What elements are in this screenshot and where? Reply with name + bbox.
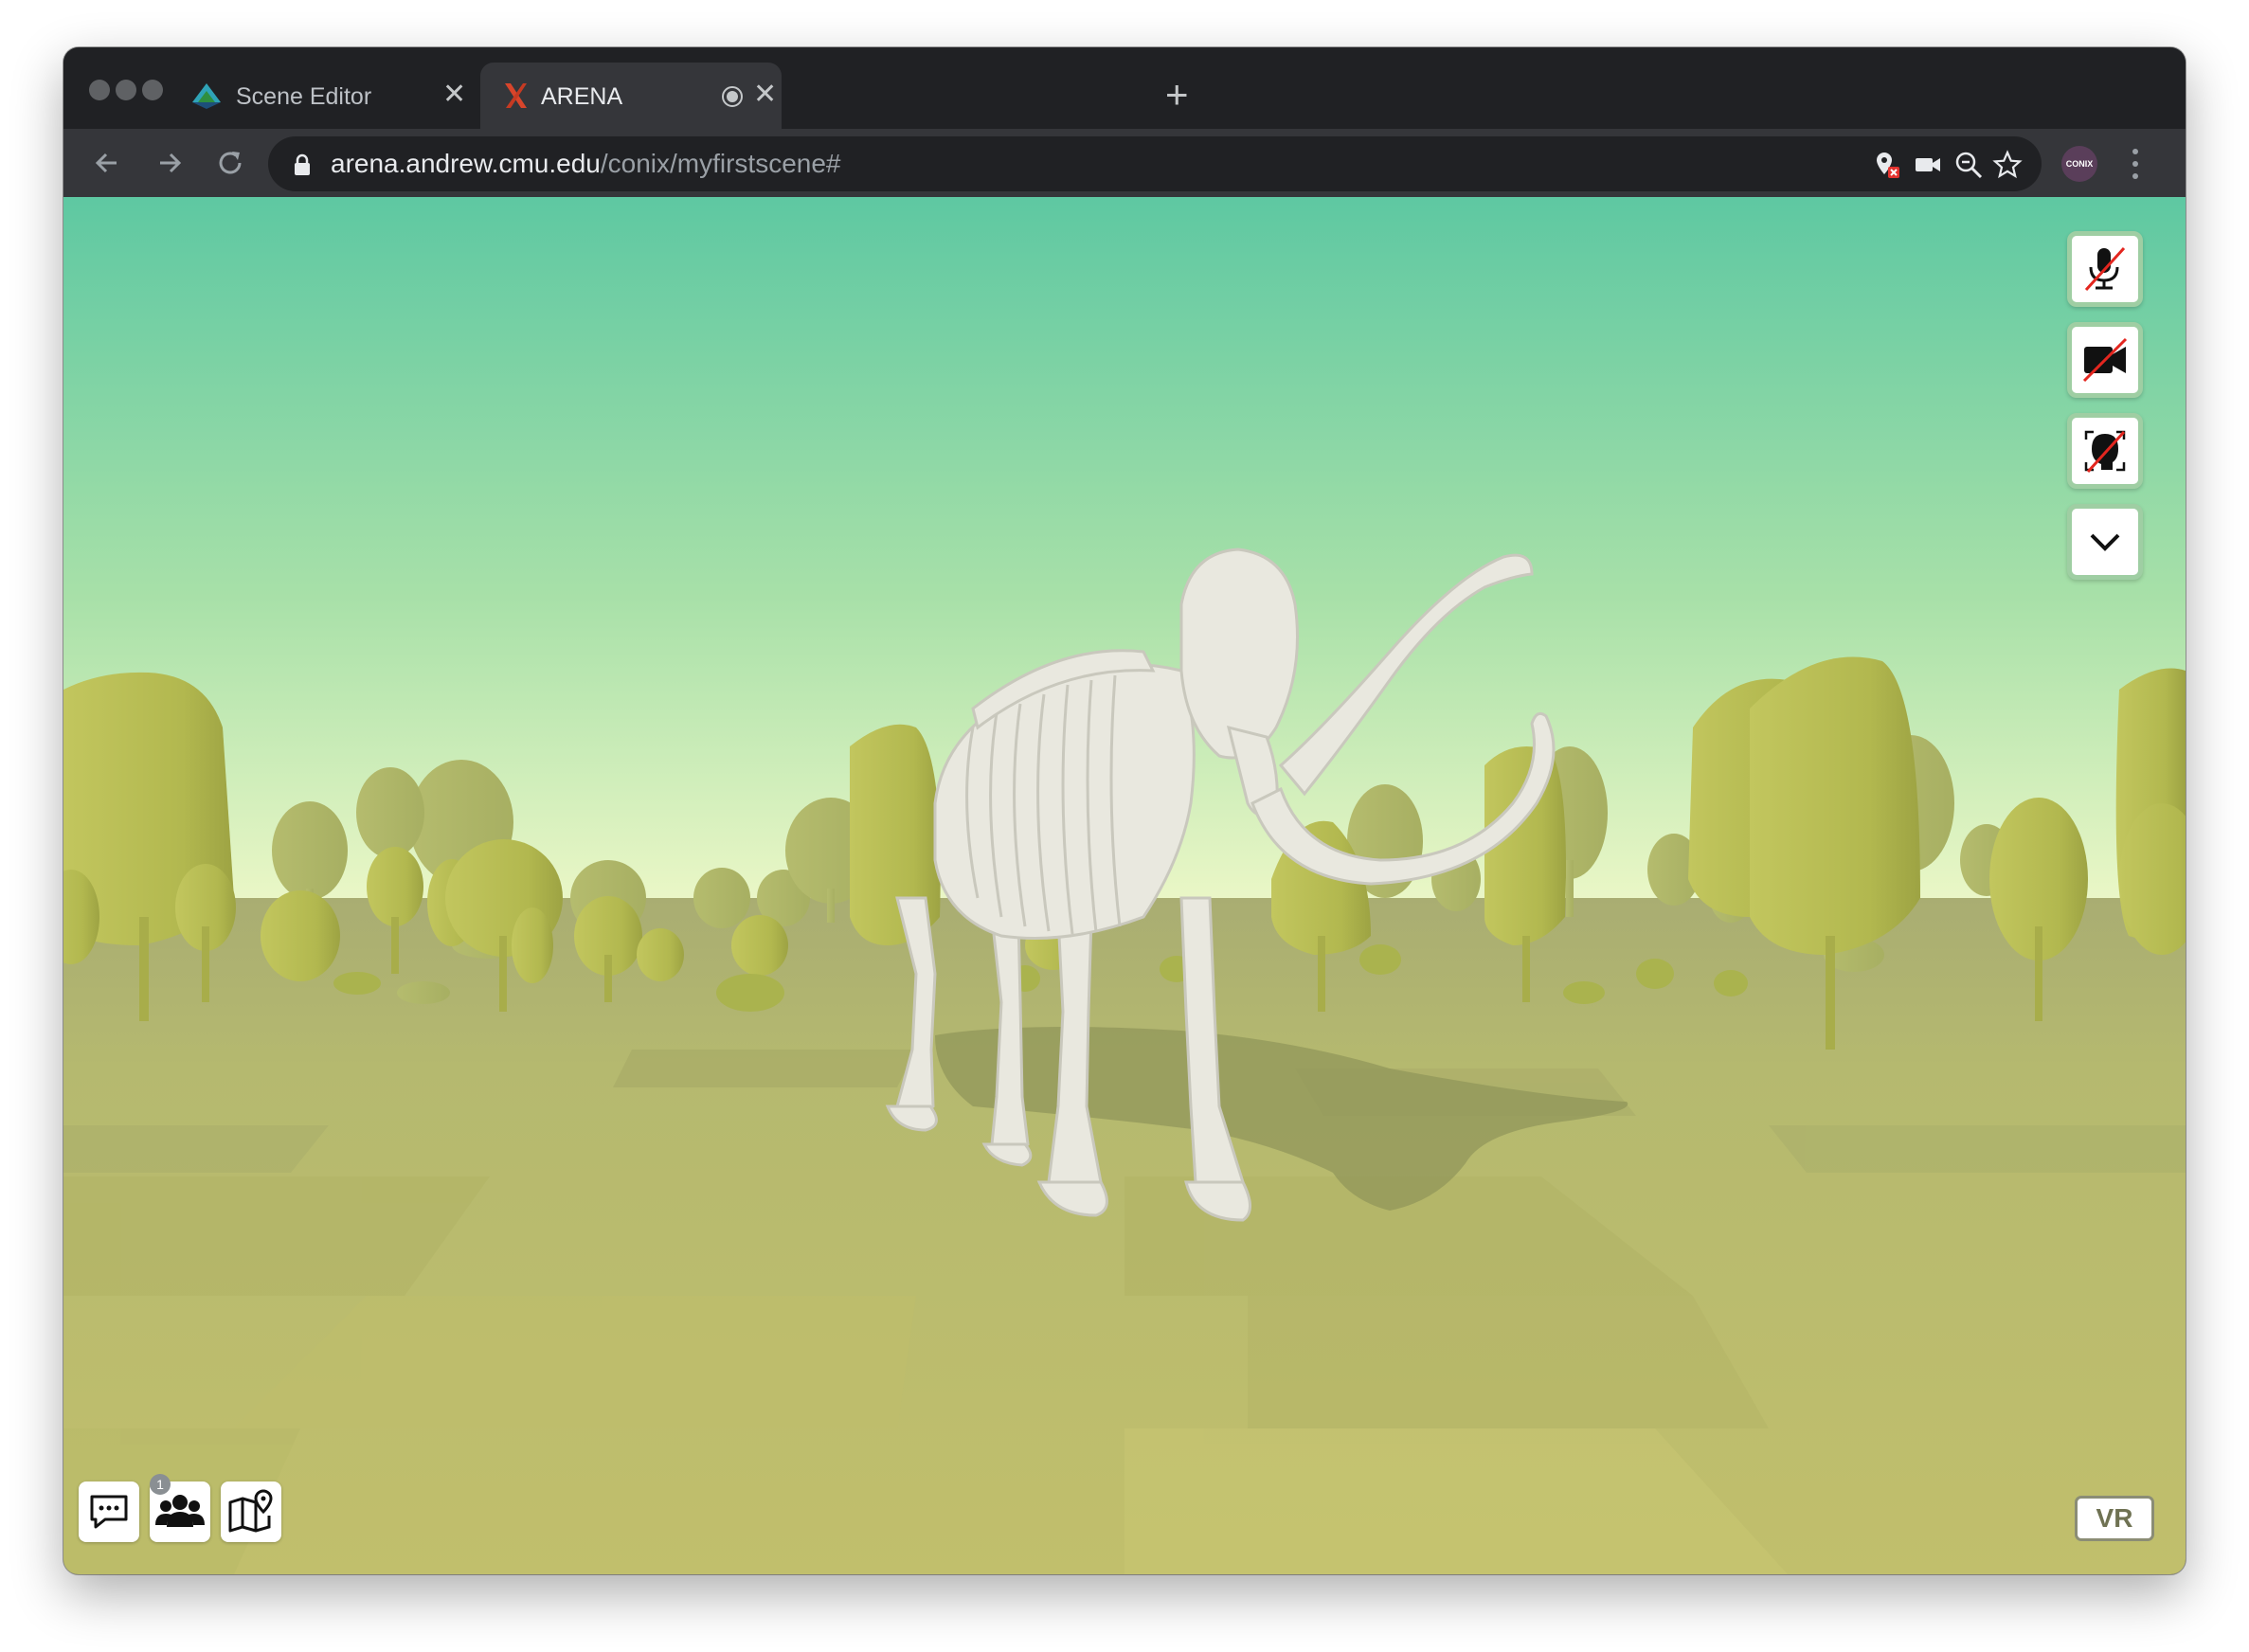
profile-avatar[interactable]: CONIX [2061, 146, 2097, 182]
tab-arena[interactable]: ARENA ✕ [480, 63, 782, 129]
controls-collapse-button[interactable] [2067, 504, 2143, 580]
url-path: /conix/myfirstscene# [600, 149, 841, 178]
map-button[interactable] [221, 1481, 281, 1542]
camera-icon[interactable] [1913, 150, 1943, 180]
video-off-icon [2082, 337, 2128, 383]
map-icon [228, 1489, 273, 1533]
mic-muted-icon [2084, 246, 2126, 292]
back-arrow-icon[interactable] [88, 144, 126, 182]
scene-editor-favicon [192, 83, 221, 109]
url-text: arena.andrew.cmu.edu/conix/myfirstscene# [331, 149, 841, 179]
forward-arrow-icon[interactable] [151, 144, 189, 182]
location-blocked-icon[interactable] [1871, 150, 1901, 180]
profile-label: CONIX [2065, 159, 2094, 169]
arena-scene[interactable] [63, 197, 2186, 1574]
maximize-window-button[interactable] [142, 80, 163, 100]
tab-title: Scene Editor [236, 83, 372, 110]
users-icon [155, 1495, 205, 1527]
tab-title: ARENA [541, 83, 623, 110]
tab-scene-editor[interactable]: Scene Editor ✕ [168, 63, 480, 129]
avatar-off-icon [2084, 430, 2126, 474]
chat-icon [90, 1495, 128, 1529]
reload-icon[interactable] [211, 144, 249, 182]
zoom-icon[interactable] [1953, 150, 1984, 180]
close-tab-icon[interactable]: ✕ [753, 78, 777, 112]
vr-button[interactable]: VR [2075, 1496, 2154, 1541]
chevron-down-icon [2090, 533, 2120, 551]
lock-icon [295, 153, 310, 175]
browser-window: Scene Editor ✕ ARENA ✕ + arena.andrew.cm… [63, 47, 2186, 1574]
arena-3d-viewport[interactable]: 1 VR [63, 197, 2186, 1574]
close-window-button[interactable] [89, 80, 110, 100]
recording-indicator-icon [722, 86, 743, 107]
minimize-window-button[interactable] [116, 80, 136, 100]
bookmark-star-icon[interactable] [1992, 150, 2023, 180]
url-host: arena.andrew.cmu.edu [331, 149, 601, 178]
video-toggle-button[interactable] [2067, 322, 2143, 398]
browser-toolbar: arena.andrew.cmu.edu/conix/myfirstscene#… [63, 129, 2186, 197]
close-tab-icon[interactable]: ✕ [442, 78, 466, 112]
tab-strip: Scene Editor ✕ ARENA ✕ + [63, 47, 2186, 129]
arena-x-favicon [505, 83, 527, 108]
address-bar[interactable]: arena.andrew.cmu.edu/conix/myfirstscene# [268, 136, 2042, 191]
new-tab-button[interactable]: + [1165, 75, 1189, 115]
chat-button[interactable] [79, 1481, 139, 1542]
avatar-toggle-button[interactable] [2067, 413, 2143, 489]
mic-toggle-button[interactable] [2067, 231, 2143, 307]
user-count-badge: 1 [150, 1474, 171, 1495]
kebab-menu-icon[interactable] [2129, 146, 2142, 182]
